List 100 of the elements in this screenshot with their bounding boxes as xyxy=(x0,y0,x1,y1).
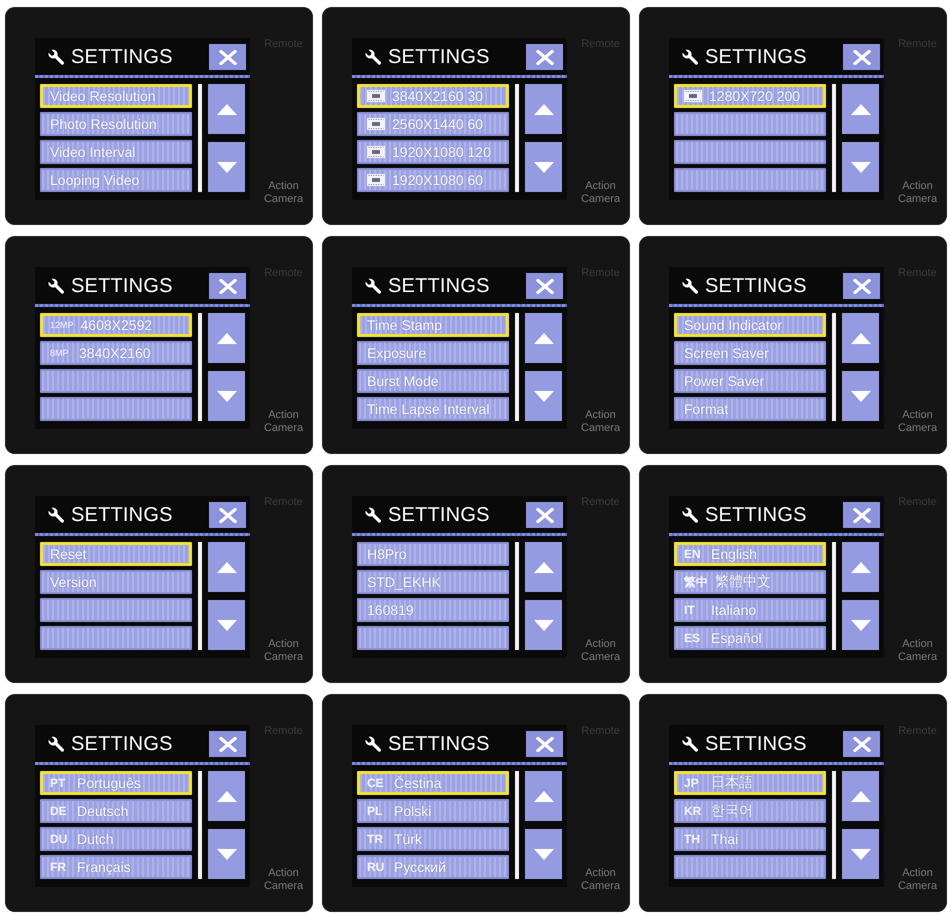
scroll-up-button[interactable] xyxy=(208,771,245,821)
menu-item[interactable]: Video Interval xyxy=(40,140,192,164)
scroll-up-button[interactable] xyxy=(842,84,879,134)
menu-item[interactable]: DE Deutsch xyxy=(40,799,192,823)
menu-item[interactable]: JP 日本語 xyxy=(674,771,826,795)
film-frame-icon xyxy=(367,146,385,158)
camera-label: Action Camera xyxy=(262,180,304,206)
scroll-up-button[interactable] xyxy=(525,542,562,592)
menu-item[interactable]: Format xyxy=(674,397,826,421)
menu-item[interactable]: PL Polski xyxy=(357,799,509,823)
down-triangle-icon xyxy=(850,848,870,860)
scroll-down-button[interactable] xyxy=(842,600,879,650)
menu-item[interactable]: 1280X720 200 xyxy=(674,84,826,108)
close-button[interactable] xyxy=(526,731,563,757)
menu-item[interactable]: 3840X2160 30 xyxy=(357,84,509,108)
menu-item[interactable]: 12MP 4608X2592 xyxy=(40,313,192,337)
menu-item[interactable]: Looping Video xyxy=(40,168,192,192)
close-button[interactable] xyxy=(843,731,880,757)
menu-item[interactable]: FR Français xyxy=(40,855,192,879)
scroll-down-button[interactable] xyxy=(208,829,245,879)
close-icon xyxy=(852,50,870,64)
up-triangle-icon xyxy=(216,790,236,802)
menu-item[interactable]: Burst Mode xyxy=(357,369,509,393)
settings-title: SETTINGS xyxy=(705,46,808,68)
menu-item[interactable]: EN English xyxy=(674,542,826,566)
scroll-down-button[interactable] xyxy=(525,829,562,879)
scroll-up-button[interactable] xyxy=(842,771,879,821)
menu-item[interactable]: CE Čestina xyxy=(357,771,509,795)
menu-item[interactable]: IT Italiano xyxy=(674,598,826,622)
scroll-up-button[interactable] xyxy=(208,313,245,363)
down-triangle-icon xyxy=(850,162,870,172)
scroll-up-button[interactable] xyxy=(525,313,562,363)
menu-item[interactable]: Reset xyxy=(40,542,192,566)
wrench-icon xyxy=(365,278,382,294)
scroll-down-button[interactable] xyxy=(525,142,562,192)
menu-item[interactable]: 2560X1440 60 xyxy=(357,112,509,136)
menu-item[interactable]: TR Türk xyxy=(357,827,509,851)
close-button[interactable] xyxy=(843,44,880,70)
scroll-down-button[interactable] xyxy=(208,142,245,192)
close-button[interactable] xyxy=(209,502,246,528)
menu-item[interactable]: Time Stamp xyxy=(357,313,509,337)
scroll-down-button[interactable] xyxy=(842,829,879,879)
language-code: EN xyxy=(684,547,702,561)
close-button[interactable] xyxy=(526,44,563,70)
menu-item[interactable]: 1920X1080 60 xyxy=(357,168,509,192)
close-button[interactable] xyxy=(526,273,563,299)
wrench-icon xyxy=(48,506,65,524)
menu-item[interactable]: 160819 xyxy=(357,598,509,622)
close-button[interactable] xyxy=(209,273,246,299)
language-code: IT xyxy=(684,603,696,617)
menu-item[interactable]: Version xyxy=(40,570,192,594)
menu-item[interactable]: PT Português xyxy=(40,771,192,795)
scroll-up-button[interactable] xyxy=(208,84,245,134)
language-code: TR xyxy=(367,832,384,846)
scroll-down-button[interactable] xyxy=(208,600,245,650)
scroll-down-button[interactable] xyxy=(842,371,879,421)
menu-item[interactable]: 繁中 繁體中文 xyxy=(674,570,826,594)
scroll-down-button[interactable] xyxy=(208,371,245,421)
menu-item[interactable]: KR 한국어 xyxy=(674,799,826,823)
scroll-up-button[interactable] xyxy=(208,542,245,592)
menu-item[interactable]: DU Dutch xyxy=(40,827,192,851)
camera-label: Action Camera xyxy=(262,409,304,435)
language-code: TH xyxy=(684,832,701,846)
menu-item[interactable]: RU Русский xyxy=(357,855,509,879)
menu-item[interactable]: ES Español xyxy=(674,626,826,650)
menu-item[interactable]: Exposure xyxy=(357,341,509,365)
menu-item[interactable]: TH Thai xyxy=(674,827,826,851)
menu-item[interactable]: STD_EKHK xyxy=(357,570,509,594)
down-triangle-icon xyxy=(534,162,554,172)
scroll-down-button[interactable] xyxy=(842,142,879,192)
close-button[interactable] xyxy=(843,273,880,299)
close-button[interactable] xyxy=(209,44,246,70)
scroll-up-button[interactable] xyxy=(842,542,879,592)
menu-item[interactable]: H8Pro xyxy=(357,542,509,566)
wrench-icon xyxy=(48,48,65,66)
scroll-up-button[interactable] xyxy=(842,313,879,363)
scroll-up-button[interactable] xyxy=(525,84,562,134)
down-triangle-icon xyxy=(216,162,236,172)
settings-title: SETTINGS xyxy=(71,274,174,298)
language-code: DE xyxy=(50,804,68,818)
menu-item[interactable]: Photo Resolution xyxy=(40,112,192,136)
language-code: DU xyxy=(50,832,68,846)
up-triangle-icon xyxy=(216,332,236,344)
menu-item[interactable]: 1920X1080 120 xyxy=(357,140,509,164)
close-button[interactable] xyxy=(526,502,563,528)
wrench-icon xyxy=(48,736,65,752)
scroll-down-button[interactable] xyxy=(525,371,562,421)
scroll-down-button[interactable] xyxy=(525,600,562,650)
menu-item[interactable]: Time Lapse Interval xyxy=(357,397,509,421)
wrench-icon xyxy=(365,736,382,752)
scroll-up-button[interactable] xyxy=(525,771,562,821)
down-triangle-icon xyxy=(216,390,236,402)
menu-item[interactable]: Screen Saver xyxy=(674,341,826,365)
menu-item[interactable]: Video Resolution xyxy=(40,84,192,108)
close-button[interactable] xyxy=(843,502,880,528)
menu-item[interactable]: Power Saver xyxy=(674,369,826,393)
close-button[interactable] xyxy=(209,731,246,757)
settings-title: SETTINGS xyxy=(71,504,174,526)
menu-item[interactable]: Sound Indicator xyxy=(674,313,826,337)
menu-item[interactable]: 8MP 3840X2160 xyxy=(40,341,192,365)
